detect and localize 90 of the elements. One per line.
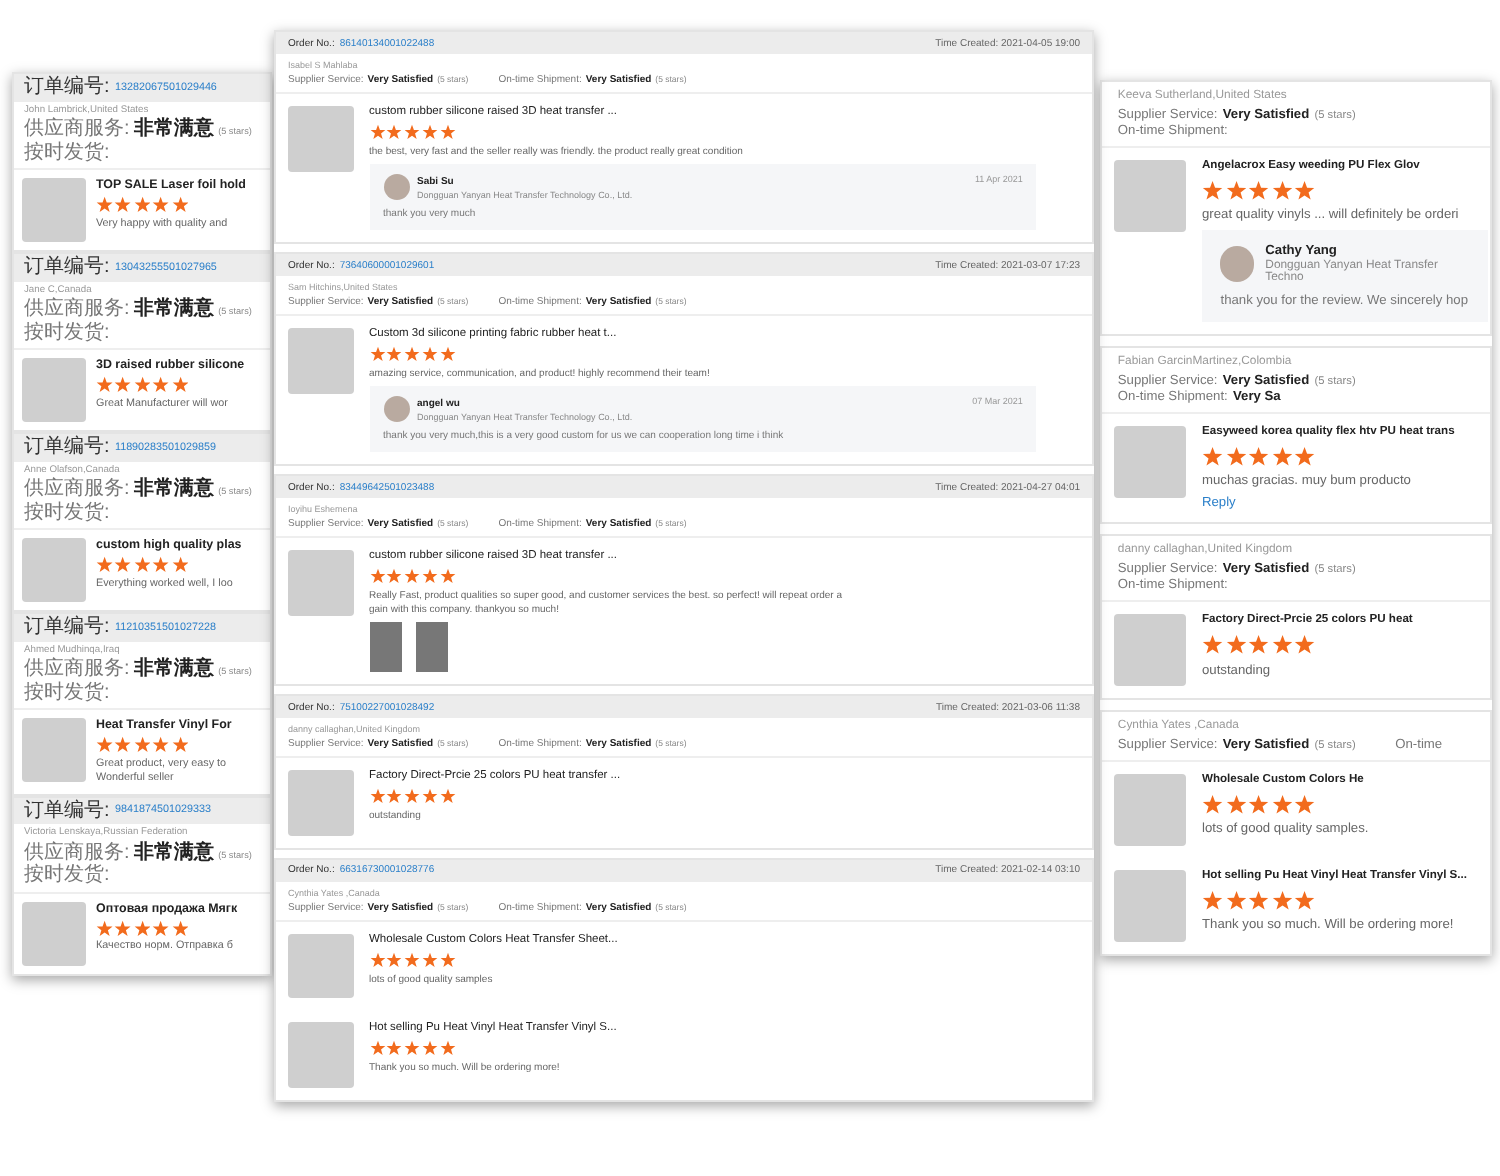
star-icon xyxy=(96,376,114,394)
star-icon xyxy=(1271,179,1293,201)
star-icon xyxy=(152,736,170,755)
star-icon xyxy=(1248,634,1270,656)
star-icon xyxy=(133,556,151,574)
supplier-service-rating: 非常满意 xyxy=(133,841,214,865)
star-icon xyxy=(1271,793,1293,815)
star-icon xyxy=(96,556,114,574)
photo-placeholder xyxy=(1114,159,1186,232)
supplier-service-label: 供应商服务: xyxy=(24,118,130,141)
star-icon xyxy=(1202,793,1224,815)
star-icon xyxy=(1248,793,1270,815)
star-icon xyxy=(1225,889,1247,911)
star-icon xyxy=(1225,179,1247,201)
order-label: 订单编号: xyxy=(24,616,110,640)
star-icon xyxy=(1225,634,1247,656)
star-icon xyxy=(114,196,133,214)
star-icon xyxy=(152,919,170,937)
photo-placeholder xyxy=(288,933,353,998)
star-icon xyxy=(133,196,151,214)
star-icon xyxy=(1294,445,1316,467)
supplier-service-label: 供应商服务: xyxy=(24,298,130,321)
photo-placeholder xyxy=(22,538,86,603)
star-icon xyxy=(1202,445,1224,467)
star-icon xyxy=(1294,889,1316,911)
photo-placeholder xyxy=(288,550,353,615)
photo-placeholder xyxy=(22,358,86,423)
photo-placeholder xyxy=(288,328,353,393)
avatar xyxy=(383,396,409,422)
photo-placeholder xyxy=(288,106,353,171)
star-icon xyxy=(171,919,189,937)
star-icon xyxy=(171,376,189,394)
supplier-service-rating: 非常满意 xyxy=(133,118,214,142)
shipment-label: 按时发货: xyxy=(24,141,110,165)
star-icon xyxy=(1248,889,1270,911)
star-icon xyxy=(1202,889,1224,911)
supplier-service-rating: 非常满意 xyxy=(133,298,214,322)
supplier-service-rating: 非常满意 xyxy=(133,658,214,682)
photo-placeholder xyxy=(288,1022,353,1087)
supplier-service-label: 供应商服务: xyxy=(24,841,130,864)
photo-placeholder xyxy=(1114,869,1186,942)
order-label: 订单编号: xyxy=(24,76,110,99)
star-icon xyxy=(1225,445,1247,467)
supplier-service-label: 供应商服务: xyxy=(24,658,130,681)
supplier-service-rating: 非常满意 xyxy=(133,478,214,502)
star-icon xyxy=(1248,179,1270,201)
star-icon xyxy=(96,736,114,755)
avatar xyxy=(383,174,409,200)
star-icon xyxy=(114,376,133,394)
photo-placeholder xyxy=(22,718,86,783)
photo-placeholder xyxy=(1114,773,1186,846)
avatar xyxy=(1220,246,1255,282)
photo-placeholder xyxy=(22,178,86,243)
supplier-service-label: 供应商服务: xyxy=(24,478,130,501)
star-icon xyxy=(152,556,170,574)
shipment-label: 按时发货: xyxy=(24,681,110,705)
star-icon xyxy=(1294,179,1316,201)
star-icon xyxy=(114,736,133,755)
star-icon xyxy=(171,556,189,574)
star-icon xyxy=(1271,634,1293,656)
photo-placeholder xyxy=(1114,614,1186,687)
star-icon xyxy=(171,736,189,755)
star-icon xyxy=(1294,793,1316,815)
star-icon xyxy=(1225,793,1247,815)
star-icon xyxy=(1202,179,1224,201)
order-label: 订单编号: xyxy=(24,436,110,460)
star-icon xyxy=(1271,445,1293,467)
star-icon xyxy=(96,919,114,937)
star-icon xyxy=(96,196,114,214)
shipment-label: 按时发货: xyxy=(24,321,110,345)
star-icon xyxy=(133,919,151,937)
order-label: 订单编号: xyxy=(24,256,110,280)
photo-placeholder xyxy=(288,770,353,835)
star-icon xyxy=(114,556,133,574)
order-label: 订单编号: xyxy=(24,799,110,823)
star-icon xyxy=(133,376,151,394)
star-icon xyxy=(152,196,170,214)
star-icon xyxy=(1202,634,1224,656)
shipment-label: 按时发货: xyxy=(24,864,110,888)
photo-placeholder[interactable] xyxy=(369,622,401,672)
photo-placeholder xyxy=(22,901,86,966)
star-icon xyxy=(171,196,189,214)
star-icon xyxy=(1271,889,1293,911)
photo-placeholder xyxy=(1114,425,1186,498)
star-icon xyxy=(1294,634,1316,656)
star-icon xyxy=(133,736,151,755)
star-icon xyxy=(1248,445,1270,467)
star-icon xyxy=(114,919,133,937)
shipment-label: 按时发货: xyxy=(24,501,110,525)
star-icon xyxy=(152,376,170,394)
